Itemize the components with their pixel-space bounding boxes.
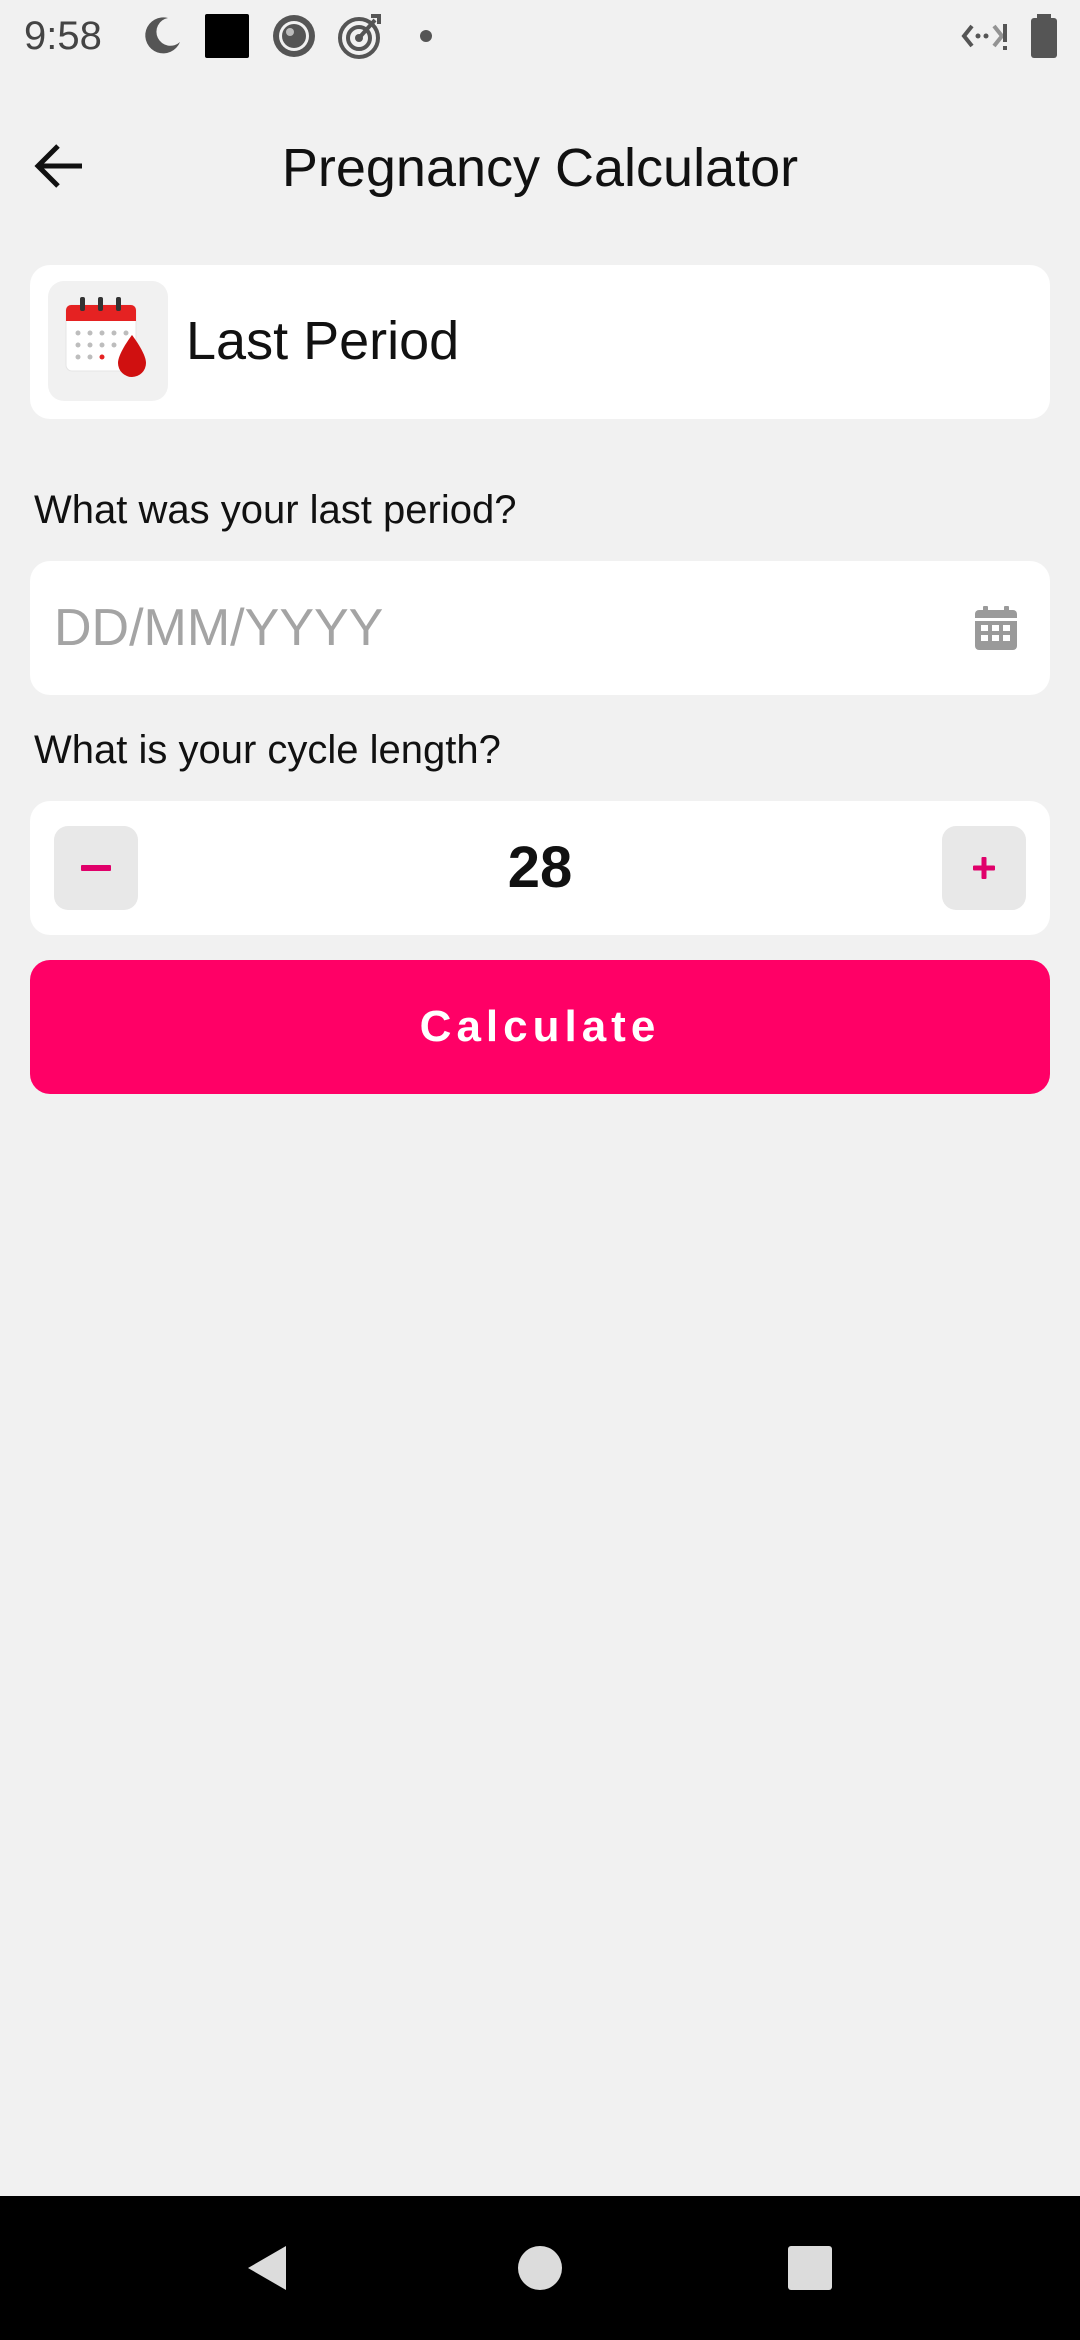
calendar-icon [975, 606, 1017, 650]
app-square-icon [203, 12, 251, 60]
dot-icon [402, 12, 450, 60]
target-icon [335, 12, 383, 60]
nav-recents-icon [788, 2246, 832, 2290]
app-bar: Pregnancy Calculator [0, 110, 1080, 220]
nav-home-icon [518, 2246, 562, 2290]
nav-home-button[interactable] [508, 2236, 572, 2300]
section-header-card: Last Period [30, 265, 1050, 419]
camera-lens-icon [270, 12, 318, 60]
nav-back-button[interactable] [236, 2236, 300, 2300]
calculate-button[interactable]: Calculate [30, 960, 1050, 1094]
calendar-blood-drop-icon [65, 297, 146, 377]
battery-icon [1020, 12, 1068, 60]
header-icon-box [48, 281, 168, 401]
plus-icon [973, 857, 995, 879]
cycle-length-stepper: 28 [30, 801, 1050, 935]
last-period-date-input[interactable] [54, 591, 954, 665]
status-time: 9:58 [24, 14, 102, 58]
do-not-disturb-icon [138, 12, 186, 60]
system-nav-bar [0, 2196, 1080, 2340]
section-title: Last Period [186, 311, 460, 371]
calendar-picker-button[interactable] [972, 604, 1020, 652]
cycle-length-value: 28 [507, 835, 573, 900]
nav-recents-button[interactable] [778, 2236, 842, 2300]
last-period-label: What was your last period? [34, 488, 517, 532]
date-field-card [30, 561, 1050, 695]
nav-back-icon [248, 2246, 286, 2290]
status-bar: 9:58 [0, 0, 1080, 72]
increment-button[interactable] [942, 826, 1026, 910]
page-title: Pregnancy Calculator [281, 138, 799, 198]
cycle-length-label: What is your cycle length? [34, 728, 501, 772]
screen: 9:58 Pregnancy Calculator Last Period Wh… [0, 0, 1080, 2340]
data-saver-icon [960, 12, 1008, 60]
